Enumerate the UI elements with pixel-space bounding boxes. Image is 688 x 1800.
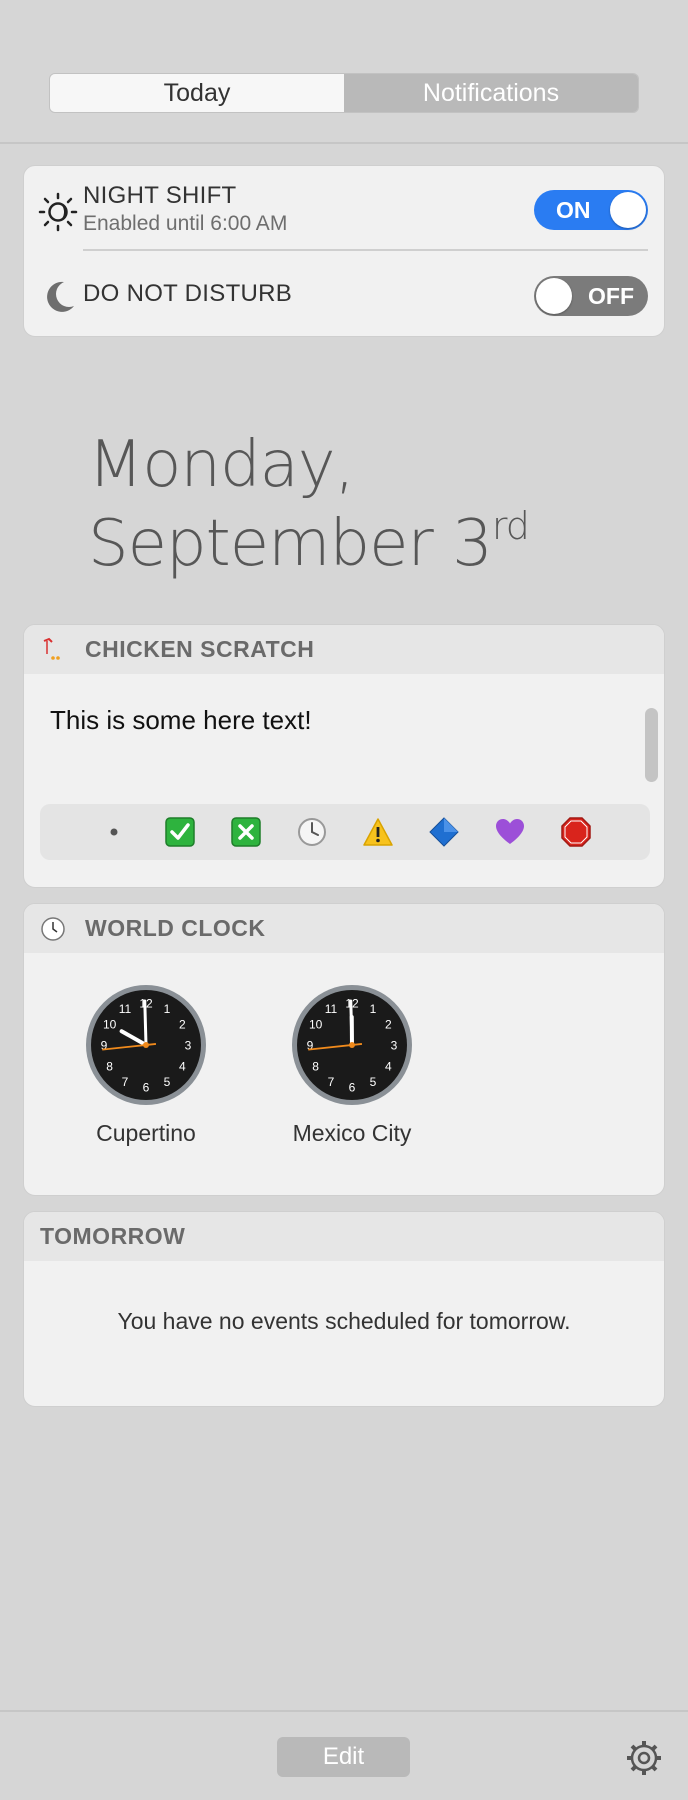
today-notifications-segmented-control: Today Notifications [49,73,639,113]
minute-hand [143,999,148,1047]
minute-hand [349,999,354,1047]
chicken-scratch-widget: CHICKEN SCRATCH This is some here text! [23,624,665,888]
do-not-disturb-title: DO NOT DISTURB [83,280,293,307]
mexico-city-label: Mexico City [292,1120,412,1146]
toggle-knob [536,278,572,314]
stop-sign-icon [561,817,591,847]
night-shift-icon [38,192,78,232]
bullet-icon [110,828,118,836]
check-mark-button[interactable] [164,816,196,848]
clock-numeral: 11 [325,1002,338,1016]
gear-icon[interactable] [624,1738,664,1778]
clock-numeral: 3 [185,1039,192,1053]
clock-numeral: 9 [307,1039,314,1053]
night-shift-toggle-label: ON [556,196,591,223]
night-shift-toggle[interactable]: ON [534,190,648,230]
toggle-knob [610,192,646,228]
clock-numeral: 7 [122,1075,129,1089]
cupertino-clock: 123456789101112 [86,985,206,1105]
clock-numeral: 1 [164,1002,171,1016]
clock-numeral: 5 [370,1075,377,1089]
date-month-day: September 3rd [88,504,530,581]
purple-heart-button[interactable] [494,816,526,848]
purple-heart-icon [496,819,524,844]
clock-numeral: 7 [328,1075,335,1089]
cross-mark-button[interactable] [230,816,262,848]
clock-numeral: 6 [349,1081,356,1095]
world-clock-title: WORLD CLOCK [85,915,266,941]
blue-diamond-button[interactable] [428,816,460,848]
footer-divider [0,1710,688,1712]
night-shift-subtitle: Enabled until 6:00 AM [83,212,288,235]
clock-numeral: 8 [106,1060,113,1074]
cupertino-label: Cupertino [96,1120,196,1146]
warning-icon [363,818,393,846]
blue-diamond-icon [429,817,459,847]
tab-notifications[interactable]: Notifications [344,74,638,112]
clock-numeral: 3 [391,1039,398,1053]
chicken-scratch-title: CHICKEN SCRATCH [85,636,315,662]
warning-button[interactable] [362,816,394,848]
do-not-disturb-row: DO NOT DISTURB OFF [24,260,664,330]
stop-sign-button[interactable] [560,816,592,848]
mexico-city-clock: 123456789101112 [292,985,412,1105]
header-divider [0,142,688,144]
scratch-text-area[interactable]: This is some here text! [50,705,312,736]
edit-button[interactable]: Edit [277,1737,410,1777]
tab-today[interactable]: Today [50,74,344,112]
clock-numeral: 10 [309,1018,323,1032]
clock-numeral: 6 [143,1081,150,1095]
clock-emoji-icon [298,818,326,846]
date-weekday: Monday, [88,428,355,502]
world-clock-header: WORLD CLOCK [24,904,664,953]
clock-numeral: 11 [119,1002,132,1016]
no-events-message: You have no events scheduled for tomorro… [117,1308,571,1334]
chicken-scratch-icon [43,637,60,660]
date-month-day-text: September 3 [88,507,493,581]
clock-numeral: 4 [385,1060,392,1074]
chicken-scratch-header: CHICKEN SCRATCH [24,625,664,674]
clock-numeral: 10 [103,1018,117,1032]
tomorrow-widget: TOMORROW You have no events scheduled fo… [23,1211,665,1407]
tomorrow-title: TOMORROW [40,1223,186,1249]
clock-numeral: 2 [179,1018,186,1032]
world-clock-widget: WORLD CLOCK 123456789101112 Cupertino 12… [23,903,665,1196]
do-not-disturb-toggle-label: OFF [588,282,634,309]
check-mark-icon [165,817,195,847]
moon-icon [47,281,74,312]
clock-numeral: 1 [370,1002,377,1016]
clock-numeral: 9 [101,1039,108,1053]
clock-numeral: 2 [385,1018,392,1032]
clock-icon [41,916,65,941]
clock-button[interactable] [296,816,328,848]
night-shift-title: NIGHT SHIFT [83,182,237,209]
clock-center [349,1042,355,1048]
scrollbar-thumb[interactable] [645,708,658,782]
cross-mark-icon [231,817,261,847]
row-divider [83,249,648,251]
emoji-bar [40,804,650,860]
clock-numeral: 8 [312,1060,319,1074]
date-suffix: rd [491,504,530,548]
bullet-button[interactable] [98,816,130,848]
tomorrow-header: TOMORROW [24,1212,664,1261]
night-shift-row: NIGHT SHIFT Enabled until 6:00 AM ON [24,176,664,246]
do-not-disturb-toggle[interactable]: OFF [534,276,648,316]
clock-center [143,1042,149,1048]
night-shift-dnd-widget: NIGHT SHIFT Enabled until 6:00 AM ON DO … [23,165,665,337]
clock-numeral: 5 [164,1075,171,1089]
clock-numeral: 4 [179,1060,186,1074]
